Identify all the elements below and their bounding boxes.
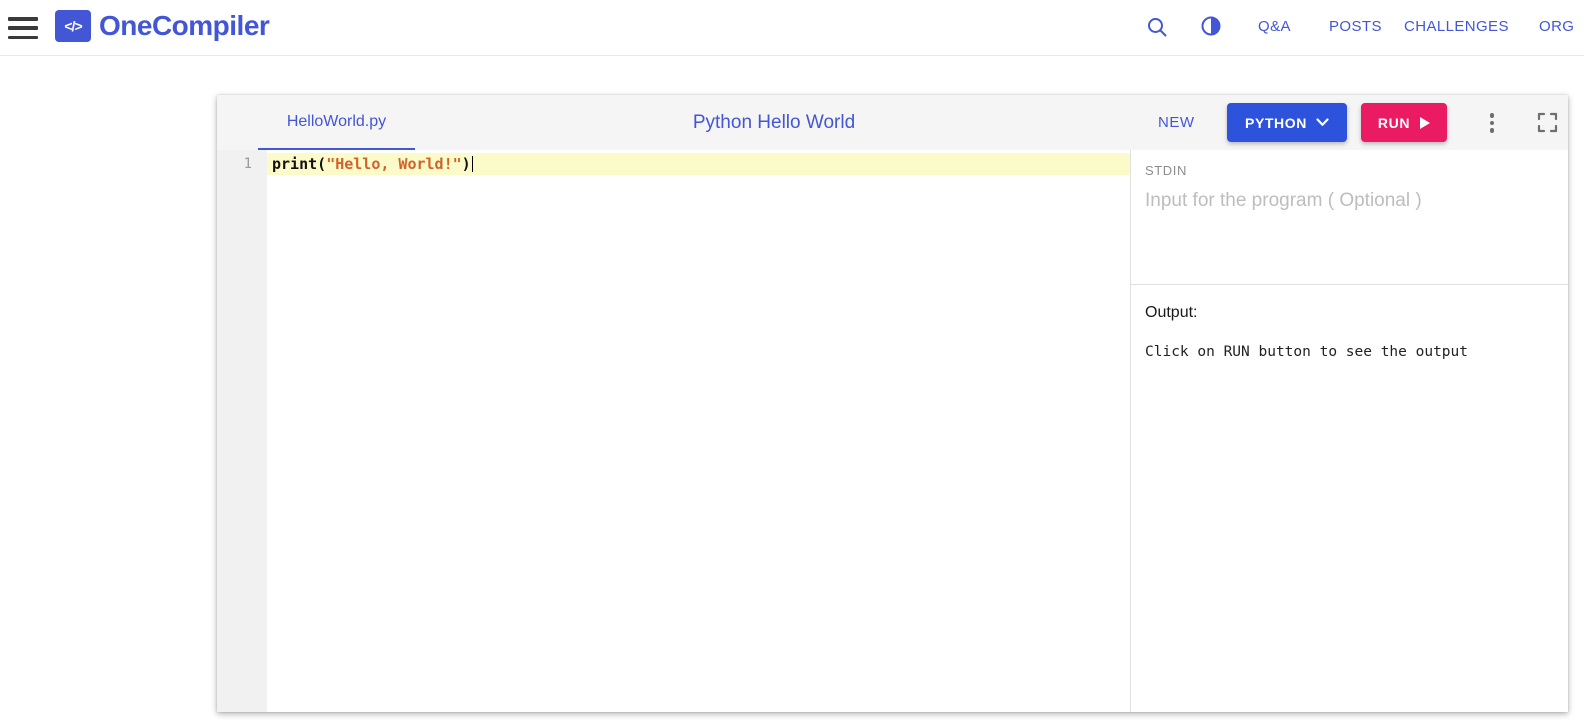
line-number: 1 [243, 156, 252, 172]
run-button[interactable]: RUN [1361, 103, 1447, 142]
code-func: print( [272, 155, 327, 173]
new-file-button[interactable]: NEW [1158, 95, 1195, 150]
brand-name: OneCompiler [99, 10, 270, 41]
output-message: Click on RUN button to see the output [1145, 344, 1469, 360]
output-label: Output: [1145, 304, 1198, 321]
compiler-panel: HelloWorld.py Python Hello World NEW PYT… [217, 95, 1568, 712]
stdin-section: STDIN [1131, 150, 1568, 285]
code-close-paren: ) [461, 155, 471, 173]
nav-link-posts[interactable]: POSTS [1329, 18, 1382, 35]
code-line-1[interactable]: print("Hello, World!") [272, 153, 474, 175]
code-string: "Hello, World!" [326, 155, 462, 173]
chevron-down-icon [1316, 118, 1329, 126]
stdin-label: STDIN [1145, 163, 1187, 178]
theme-toggle-icon[interactable] [1198, 13, 1224, 44]
fullscreen-icon[interactable] [1537, 112, 1558, 138]
search-icon[interactable] [1146, 16, 1168, 43]
top-navbar: </> OneCompiler Q&A POSTS CHALLENGES ORG [0, 0, 1584, 56]
text-cursor [471, 156, 474, 172]
nav-link-challenges[interactable]: CHALLENGES [1404, 18, 1509, 35]
language-select-button[interactable]: PYTHON [1227, 103, 1347, 142]
page-title: Python Hello World [692, 111, 856, 133]
more-options-icon[interactable] [1479, 109, 1505, 137]
run-label: RUN [1377, 114, 1411, 131]
panel-header: HelloWorld.py Python Hello World NEW PYT… [217, 95, 1568, 150]
tab-label: HelloWorld.py [286, 112, 387, 130]
nav-link-org[interactable]: ORG [1539, 18, 1574, 35]
hamburger-menu-icon[interactable] [8, 15, 38, 41]
play-icon [1420, 116, 1431, 129]
stdin-input[interactable] [1145, 190, 1555, 275]
line-number-gutter: 1 [217, 150, 267, 712]
language-label: PYTHON [1245, 114, 1307, 131]
tab-helloworld-py[interactable]: HelloWorld.py [258, 95, 415, 150]
brand-logo[interactable]: </> OneCompiler [55, 10, 270, 42]
code-brackets-icon: </> [55, 10, 91, 42]
code-editor[interactable]: 1 print("Hello, World!") [217, 150, 1130, 712]
io-panel: STDIN Output: Click on RUN button to see… [1130, 150, 1568, 712]
nav-link-qa[interactable]: Q&A [1258, 18, 1291, 35]
